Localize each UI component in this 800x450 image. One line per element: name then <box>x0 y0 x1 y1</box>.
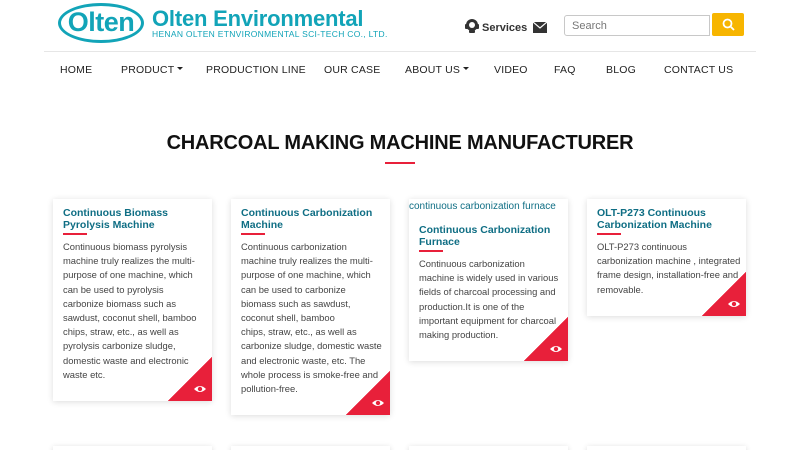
card-title-underline <box>419 250 443 252</box>
view-detail-corner[interactable] <box>524 317 568 361</box>
search-icon <box>722 18 735 31</box>
product-card-next-row[interactable] <box>231 446 390 450</box>
services-label: Services <box>482 22 528 34</box>
mail-icon[interactable] <box>533 22 548 33</box>
nav-item-our-case[interactable]: OUR CASE <box>324 60 380 80</box>
main-nav: HOME PRODUCT PRODUCTION LINE OUR CASE AB… <box>0 60 800 80</box>
nav-label: PRODUCT <box>121 64 175 76</box>
card-title[interactable]: Continuous Carbonization Furnace <box>419 224 550 248</box>
logo-mark-text: Olten <box>67 7 135 37</box>
view-detail-corner[interactable] <box>168 357 212 401</box>
nav-label: VIDEO <box>494 64 528 76</box>
card-title-underline <box>241 233 265 235</box>
eye-icon <box>194 386 206 392</box>
nav-item-contact-us[interactable]: CONTACT US <box>664 60 733 80</box>
nav-label: HOME <box>60 64 93 76</box>
search-input[interactable] <box>564 15 710 36</box>
header-divider <box>44 51 756 52</box>
search-button[interactable] <box>712 13 744 36</box>
product-card[interactable]: continuous carbonization furnace Continu… <box>409 199 568 361</box>
nav-item-video[interactable]: VIDEO <box>494 60 528 80</box>
product-card-next-row[interactable] <box>53 446 212 450</box>
nav-item-about-us[interactable]: ABOUT US <box>405 60 470 80</box>
view-detail-corner[interactable] <box>702 272 746 316</box>
nav-label: PRODUCTION LINE <box>206 64 306 76</box>
nav-item-faq[interactable]: FAQ <box>554 60 576 80</box>
product-card-next-row[interactable] <box>409 446 568 450</box>
product-card[interactable]: Continuous Biomass Pyrolysis Machine Con… <box>53 199 212 401</box>
nav-item-production-line[interactable]: PRODUCTION LINE <box>206 60 306 80</box>
card-title[interactable]: Continuous Carbonization Machine <box>241 207 372 231</box>
eye-icon <box>550 346 562 352</box>
card-title[interactable]: Continuous Biomass Pyrolysis Machine <box>63 207 168 231</box>
view-detail-corner[interactable] <box>346 371 390 415</box>
brand-subtitle: HENAN OLTEN ETNVIRONMENTAL SCI-TECH CO.,… <box>152 29 388 39</box>
product-card[interactable]: Continuous Carbonization Machine Continu… <box>231 199 390 415</box>
card-title[interactable]: OLT-P273 Continuous Carbonization Machin… <box>597 207 712 231</box>
eye-icon <box>728 301 740 307</box>
customer-service-icon <box>465 19 479 33</box>
product-card-next-row[interactable] <box>587 446 746 450</box>
nav-label: ABOUT US <box>405 64 461 76</box>
caret-down-icon <box>463 66 470 70</box>
nav-item-home[interactable]: HOME <box>60 60 92 80</box>
product-card[interactable]: OLT-P273 Continuous Carbonization Machin… <box>587 199 746 316</box>
caret-down-icon <box>177 66 184 70</box>
card-title-underline <box>63 233 87 235</box>
card-image-placeholder[interactable]: continuous carbonization furnace <box>409 201 556 212</box>
nav-label: BLOG <box>606 64 636 76</box>
olten-logo[interactable]: Olten <box>58 3 144 43</box>
nav-item-product[interactable]: PRODUCT <box>121 60 184 80</box>
card-title-underline <box>597 233 621 235</box>
nav-label: FAQ <box>554 64 576 76</box>
nav-label: OUR CASE <box>324 64 381 76</box>
eye-icon <box>372 400 384 406</box>
section-title-underline <box>385 162 415 164</box>
nav-item-blog[interactable]: BLOG <box>606 60 636 80</box>
nav-label: CONTACT US <box>664 64 734 76</box>
section-title: CHARCOAL MAKING MACHINE MANUFACTURER <box>166 132 634 154</box>
services-link[interactable]: Services <box>464 17 548 35</box>
site-header: Olten Olten Environmental HENAN OLTEN ET… <box>0 0 800 52</box>
